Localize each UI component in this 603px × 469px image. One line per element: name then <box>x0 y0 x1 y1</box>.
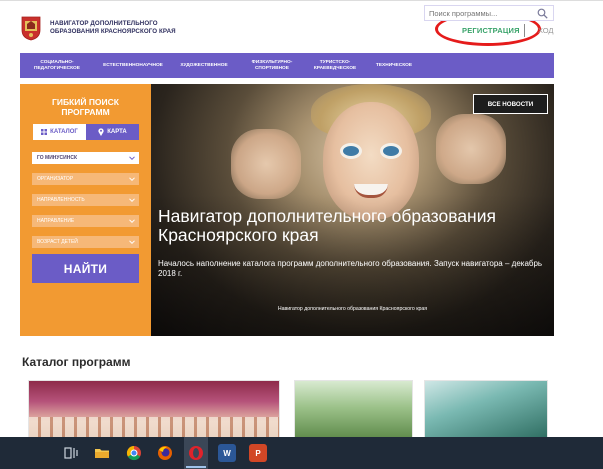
nav-label-2: ЕСТЕСТВЕННОНАУЧНОЕ <box>103 62 163 68</box>
nav-item-natural-science[interactable]: ЕСТЕСТВЕННОНАУЧНОЕ <box>96 53 170 78</box>
nav-item-tourism[interactable]: ТУРИСТСКО- КРАЕВЕДЧЕСКОЕ <box>305 53 365 78</box>
search-input[interactable] <box>429 9 529 18</box>
panel-title: ГИБКИЙ ПОИСК ПРОГРАММ <box>20 97 151 117</box>
nav-item-technical[interactable]: ТЕХНИЧЕСКОЕ <box>369 53 419 78</box>
hero-title: Навигатор дополнительного образования Кр… <box>158 206 496 245</box>
login-link[interactable]: ХОД <box>538 26 554 35</box>
focus-select-value: НАПРАВЛЕННОСТЬ <box>37 197 85 203</box>
page: НАВИГАТОР ДОПОЛНИТЕЛЬНОГО ОБРАЗОВАНИЯ КР… <box>0 0 603 469</box>
catalog-heading: Каталог программ <box>22 355 131 369</box>
file-explorer-icon[interactable] <box>93 444 111 462</box>
nav-item-artistic[interactable]: ХУДОЖЕСТВЕННОЕ <box>172 53 236 78</box>
nav-item-social-pedagogical[interactable]: СОЦИАЛЬНО- ПЕДАГОГИЧЕСКОЕ <box>26 53 88 78</box>
tab-map-label: КАРТА <box>107 129 127 135</box>
find-button[interactable]: НАЙТИ <box>32 254 139 283</box>
site-brand[interactable]: НАВИГАТОР ДОПОЛНИТЕЛЬНОГО ОБРАЗОВАНИЯ КР… <box>50 20 176 35</box>
flexible-search-panel: ГИБКИЙ ПОИСК ПРОГРАММ КАТАЛОГ КАРТА ГО М… <box>20 84 151 336</box>
nav-label-1b: ПЕДАГОГИЧЕСКОЕ <box>34 65 80 71</box>
nav-label-1a: СОЦИАЛЬНО- <box>40 59 74 65</box>
coat-of-arms-logo-icon[interactable] <box>20 15 42 41</box>
search-icon[interactable] <box>537 8 548 19</box>
category-nav: СОЦИАЛЬНО- ПЕДАГОГИЧЕСКОЕ ЕСТЕСТВЕННОНАУЧ… <box>20 53 554 78</box>
panel-title-line-2: ПРОГРАММ <box>61 107 110 117</box>
nav-label-6: ТЕХНИЧЕСКОЕ <box>375 62 413 68</box>
photo-right-eye <box>383 146 399 156</box>
direction-select[interactable]: НАПРАВЛЕНИЕ <box>32 215 139 227</box>
brand-line-2: ОБРАЗОВАНИЯ КРАСНОЯРСКОГО КРАЯ <box>50 27 176 35</box>
nav-item-sports[interactable]: ФИЗКУЛЬТУРНО- СПОРТИВНОЕ <box>242 53 302 78</box>
hero-section: ГИБКИЙ ПОИСК ПРОГРАММ КАТАЛОГ КАРТА ГО М… <box>20 84 554 336</box>
age-select-value: ВОЗРАСТ ДЕТЕЙ <box>37 239 78 245</box>
photo-left-hand <box>231 129 301 199</box>
all-news-button[interactable]: ВСЕ НОВОСТИ <box>473 94 548 114</box>
organizer-select-value: ОРГАНИЗАТОР <box>37 176 74 182</box>
chevron-down-icon <box>129 219 135 224</box>
view-toggle: КАТАЛОГ КАРТА <box>33 124 139 140</box>
task-view-icon[interactable] <box>62 444 80 462</box>
nav-label-4a: ФИЗКУЛЬТУРНО- <box>251 59 293 65</box>
grid-icon <box>41 129 48 135</box>
nav-label-3: ХУДОЖЕСТВЕННОЕ <box>180 62 228 68</box>
windows-taskbar: W P <box>0 437 603 469</box>
opera-icon[interactable] <box>187 444 205 462</box>
hero-caption: Навигатор дополнительного образования Кр… <box>277 306 428 312</box>
direction-select-value: НАПРАВЛЕНИЕ <box>37 218 75 224</box>
catalog-card-1[interactable] <box>28 380 280 440</box>
catalog-card-2[interactable] <box>294 380 413 440</box>
photo-left-eye <box>343 146 359 156</box>
photo-right-hand <box>436 114 506 184</box>
search-box[interactable] <box>424 5 554 21</box>
focus-select[interactable]: НАПРАВЛЕННОСТЬ <box>32 194 139 206</box>
nav-label-4b: СПОРТИВНОЕ <box>254 65 289 71</box>
tab-catalog[interactable]: КАТАЛОГ <box>33 124 86 140</box>
chevron-down-icon <box>129 198 135 203</box>
nav-label-5a: ТУРИСТСКО- <box>319 59 351 65</box>
powerpoint-icon[interactable]: P <box>249 444 267 462</box>
firefox-icon[interactable] <box>156 444 174 462</box>
age-select[interactable]: ВОЗРАСТ ДЕТЕЙ <box>32 236 139 248</box>
hero-subtitle: Началось наполнение каталога программ до… <box>158 259 543 278</box>
chrome-icon[interactable] <box>125 444 143 462</box>
chevron-down-icon <box>129 240 135 245</box>
nav-label-5b: КРАЕВЕДЧЕСКОЕ <box>313 65 357 71</box>
municipality-select[interactable]: ГО МИНУСИНСК <box>32 152 139 164</box>
catalog-card-3[interactable] <box>424 380 548 440</box>
brand-line-1: НАВИГАТОР ДОПОЛНИТЕЛЬНОГО <box>50 20 158 27</box>
panel-title-line-1: ГИБКИЙ ПОИСК <box>52 97 119 107</box>
tab-map[interactable]: КАРТА <box>86 124 139 140</box>
tab-catalog-label: КАТАЛОГ <box>50 129 78 135</box>
register-link[interactable]: РЕГИСТРАЦИЯ <box>462 26 520 35</box>
organizer-select[interactable]: ОРГАНИЗАТОР <box>32 173 139 185</box>
municipality-select-value: ГО МИНУСИНСК <box>37 155 78 161</box>
map-pin-icon <box>98 128 104 136</box>
card-1-image-detail <box>29 417 279 439</box>
active-app-indicator <box>186 466 206 468</box>
chevron-down-icon <box>129 177 135 182</box>
header-divider <box>524 24 525 37</box>
word-icon[interactable]: W <box>218 444 236 462</box>
chevron-down-icon <box>129 156 135 161</box>
hero-photo-child: ВСЕ НОВОСТИ Навигатор дополнительного об… <box>151 84 554 336</box>
